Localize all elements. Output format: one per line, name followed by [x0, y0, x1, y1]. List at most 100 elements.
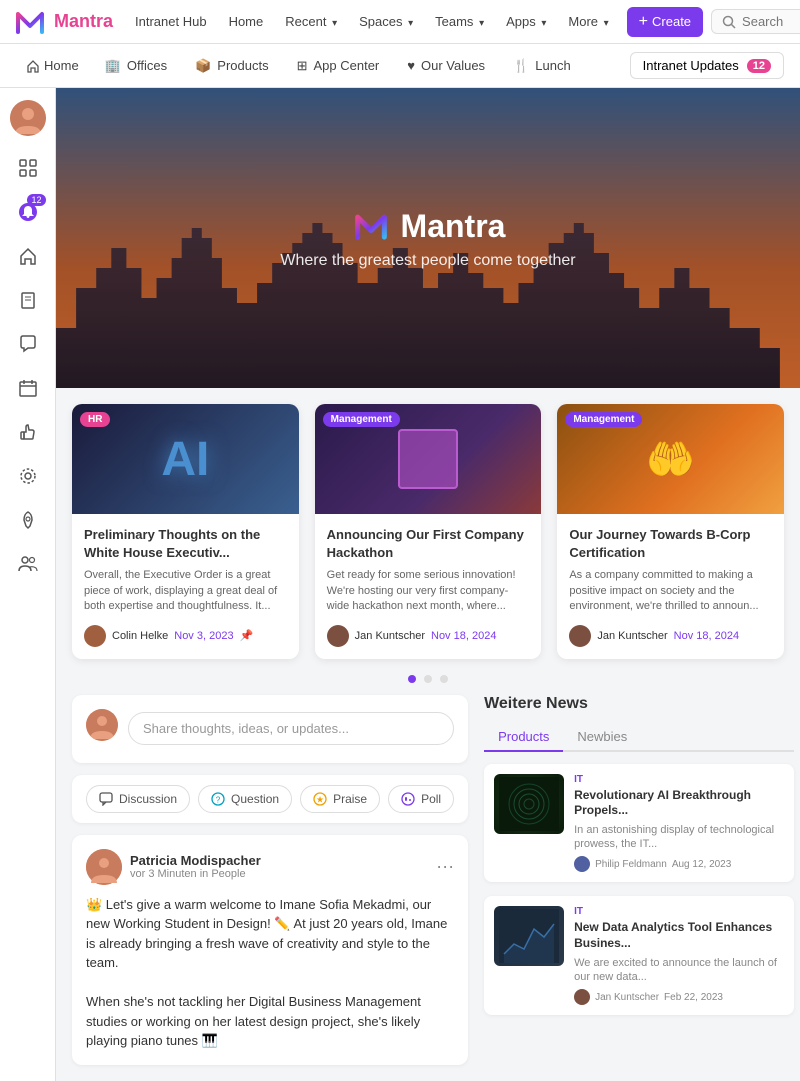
nav-spaces[interactable]: Spaces ▾: [349, 10, 423, 33]
praise-button[interactable]: ★ Praise: [300, 785, 380, 813]
poll-button[interactable]: Poll: [388, 785, 454, 813]
nav-recent[interactable]: Recent ▾: [275, 10, 347, 33]
chat-sidebar-icon: [18, 334, 38, 354]
logo[interactable]: Mantra: [12, 4, 113, 40]
news-thumb-1: [494, 906, 564, 966]
hero-logo: Mantra: [280, 206, 575, 246]
nav-offices[interactable]: 🏢 Offices: [93, 54, 179, 78]
card-excerpt-1: Get ready for some serious innovation! W…: [327, 568, 530, 614]
sidebar-rocket-icon[interactable]: [8, 500, 48, 540]
question-button[interactable]: ? Question: [198, 785, 292, 813]
book-sidebar-icon: [18, 290, 38, 310]
hero-logo-text: Mantra: [401, 208, 506, 245]
news-card-2[interactable]: 🤲 Management Our Journey Towards B-Corp …: [557, 404, 784, 659]
logo-icon: [12, 4, 48, 40]
home-icon: [26, 59, 40, 73]
post-box-avatar: [86, 709, 118, 741]
weitere-news-section: Weitere News Products Newbies: [484, 695, 794, 1065]
praise-icon: ★: [313, 792, 327, 806]
tab-products[interactable]: Products: [484, 723, 563, 752]
card-meta-2: Jan Kuntscher Nov 18, 2024: [569, 625, 772, 647]
discussion-button[interactable]: Discussion: [86, 785, 190, 813]
nav-more[interactable]: More ▾: [558, 10, 618, 33]
fork-icon: 🍴: [513, 58, 529, 74]
dot-0[interactable]: [408, 675, 416, 683]
sidebar-notif-badge: 12: [27, 194, 45, 206]
news-item-1[interactable]: IT New Data Analytics Tool Enhances Busi…: [484, 896, 794, 1015]
post-box-input[interactable]: Share thoughts, ideas, or updates...: [128, 712, 454, 745]
apps-grid-icon: [18, 158, 38, 178]
card-date-1: Nov 18, 2024: [431, 630, 496, 642]
news-item-meta-0: Philip Feldmann Aug 12, 2023: [574, 856, 784, 872]
nav-home[interactable]: Home: [219, 10, 274, 33]
sidebar-settings-icon[interactable]: [8, 456, 48, 496]
sidebar-home-icon[interactable]: [8, 236, 48, 276]
tab-newbies[interactable]: Newbies: [563, 723, 641, 752]
dot-2[interactable]: [440, 675, 448, 683]
news-item-0[interactable]: IT Revolutionary AI Breakthrough Propels…: [484, 764, 794, 883]
sidebar-avatar[interactable]: [10, 100, 46, 136]
feed-post-avatar: [86, 849, 122, 885]
search-bar[interactable]: [711, 9, 800, 34]
card-date-2: Nov 18, 2024: [674, 630, 739, 642]
card-image-0: AI HR: [72, 404, 299, 514]
sidebar-people-icon[interactable]: [8, 544, 48, 584]
search-input[interactable]: [742, 14, 800, 29]
news-item-excerpt-0: In an astonishing display of technologic…: [574, 823, 784, 852]
nav-apps[interactable]: Apps ▾: [496, 10, 556, 33]
card-tag-0: HR: [80, 412, 110, 427]
building-icon: 🏢: [105, 58, 121, 74]
nav-intranet-hub[interactable]: Intranet Hub: [125, 10, 217, 33]
nav-products[interactable]: 📦 Products: [183, 54, 281, 78]
sidebar-notification-icon[interactable]: 12: [8, 192, 48, 232]
hero-banner: Mantra Where the greatest people come to…: [56, 88, 800, 388]
weitere-news-title: Weitere News: [484, 695, 794, 713]
news-item-avatar-1: [574, 989, 590, 1005]
intranet-updates-button[interactable]: Intranet Updates 12: [630, 52, 784, 79]
sidebar-book-icon[interactable]: [8, 280, 48, 320]
poll-icon: [401, 792, 415, 806]
create-button[interactable]: + Create: [627, 7, 703, 37]
calendar-sidebar-icon: [18, 378, 38, 398]
sidebar-like-icon[interactable]: [8, 412, 48, 452]
post-actions: Discussion ? Question ★: [72, 775, 468, 823]
card-author-avatar-0: [84, 625, 106, 647]
sidebar-chat-icon[interactable]: [8, 324, 48, 364]
sidebar-apps-icon[interactable]: [8, 148, 48, 188]
news-card-1[interactable]: Management Announcing Our First Company …: [315, 404, 542, 659]
news-item-excerpt-1: We are excited to announce the launch of…: [574, 956, 784, 985]
nav-our-values[interactable]: ♥ Our Values: [395, 54, 497, 77]
box-icon: 📦: [195, 58, 211, 74]
post-box: Share thoughts, ideas, or updates...: [72, 695, 468, 763]
carousel-dots: [56, 667, 800, 695]
sidebar-calendar-icon[interactable]: [8, 368, 48, 408]
nav-lunch[interactable]: 🍴 Lunch: [501, 54, 583, 78]
discussion-icon: [99, 792, 113, 806]
card-title-0: Preliminary Thoughts on the White House …: [84, 526, 287, 562]
sidebar: 12: [0, 88, 56, 1081]
card-tag-2: Management: [565, 412, 642, 427]
people-sidebar-icon: [18, 554, 38, 574]
card-meta-0: Colin Helke Nov 3, 2023 📌: [84, 625, 287, 647]
pin-icon: 📌: [240, 629, 254, 642]
top-nav-links: Intranet Hub Home Recent ▾ Spaces ▾ Team…: [125, 10, 619, 33]
card-author-0: Colin Helke: [112, 630, 168, 642]
svg-text:★: ★: [316, 794, 324, 804]
news-item-tag-1: IT: [574, 906, 784, 917]
hero-content: Mantra Where the greatest people come to…: [280, 206, 575, 270]
feed-post-body: 👑 Let's give a warm welcome to Imane Sof…: [86, 895, 454, 1051]
nav-teams[interactable]: Teams ▾: [425, 10, 494, 33]
dot-1[interactable]: [424, 675, 432, 683]
card-date-0: Nov 3, 2023: [174, 630, 233, 642]
card-meta-1: Jan Kuntscher Nov 18, 2024: [327, 625, 530, 647]
main-layout: 12: [0, 88, 800, 1081]
feed-post-author: Patricia Modispacher: [130, 853, 261, 868]
feed-post-menu[interactable]: ···: [436, 856, 454, 877]
card-image-2: 🤲 Management: [557, 404, 784, 514]
card-title-2: Our Journey Towards B-Corp Certification: [569, 526, 772, 562]
nav-home-item[interactable]: Home: [16, 54, 89, 77]
card-image-1: Management: [315, 404, 542, 514]
thumbsup-sidebar-icon: [18, 422, 38, 442]
news-card-0[interactable]: AI HR Preliminary Thoughts on the White …: [72, 404, 299, 659]
nav-app-center[interactable]: ⊞ App Center: [285, 54, 392, 78]
